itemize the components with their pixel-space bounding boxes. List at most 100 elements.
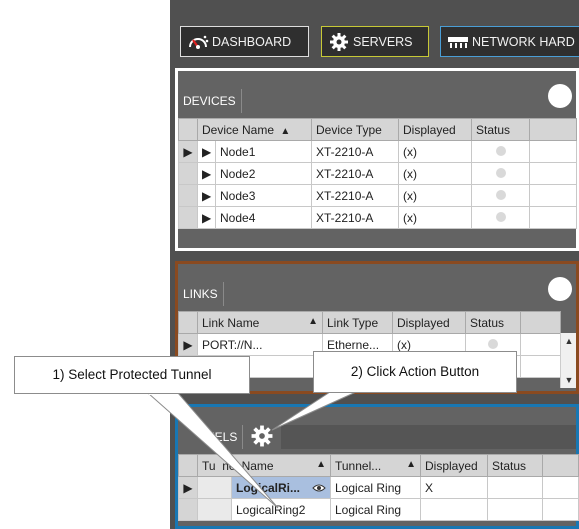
filler-cell	[529, 184, 577, 207]
status-dot-icon	[495, 211, 506, 222]
filler-cell	[529, 140, 577, 163]
filler-cell	[542, 476, 579, 499]
table-row[interactable]: ▶ Node2 XT-2210-A (x)	[178, 162, 577, 185]
sort-ascending-icon: ▲	[308, 315, 318, 327]
status-cell[interactable]	[487, 476, 543, 499]
tunnels-header-fill	[281, 425, 576, 449]
row-gutter	[178, 206, 198, 229]
current-row-indicator-icon: ▶	[178, 333, 198, 356]
row-gutter	[178, 162, 198, 185]
status-dot-icon	[495, 189, 506, 200]
expand-row-icon[interactable]: ▶	[197, 184, 216, 207]
table-row[interactable]: ▶ Node3 XT-2210-A (x)	[178, 184, 577, 207]
displayed-cell[interactable]: (x)	[398, 162, 472, 185]
displayed-cell[interactable]	[420, 498, 488, 521]
column-header-displayed[interactable]: Displayed	[420, 454, 488, 477]
filler-cell	[520, 333, 561, 356]
callout-click-action-button: 2) Click Action Button	[313, 351, 517, 393]
device-type-cell[interactable]: XT-2210-A	[311, 162, 399, 185]
sort-ascending-icon: ▲	[280, 125, 291, 137]
status-dot-icon	[495, 145, 506, 156]
column-label: Link Name	[202, 315, 260, 330]
table-row[interactable]: ▶ Node4 XT-2210-A (x)	[178, 206, 577, 229]
dashboard-label: DASHBOARD	[212, 34, 292, 49]
tunnels-grid: Tu nel Name ▲ Tunnel... ▲ Displayed Stat…	[178, 454, 579, 521]
status-cell[interactable]	[471, 206, 530, 229]
tunnels-panel: NELS Tu nel Name ▲ Tunnel... ▲ Displayed…	[175, 404, 579, 529]
sort-ascending-icon: ▲	[316, 458, 326, 470]
expand-row-icon[interactable]: ▶	[197, 162, 216, 185]
devices-panel: DEVICES Device Name ▲ Device Type Displa…	[175, 68, 579, 251]
dashboard-button[interactable]: DASHBOARD	[180, 26, 309, 57]
status-cell[interactable]	[471, 184, 530, 207]
status-dot-icon	[488, 338, 498, 349]
tunnels-panel-header: NELS	[178, 407, 576, 451]
links-vertical-scrollbar[interactable]: ▲ ▼	[560, 333, 576, 388]
device-name-cell[interactable]: Node2	[215, 162, 312, 185]
column-label: Tu nel Name	[202, 458, 274, 473]
links-header-row: Link Name ▲ Link Type Displayed Status	[178, 311, 561, 334]
status-cell[interactable]	[471, 140, 530, 163]
filler-cell	[529, 206, 577, 229]
links-panel-title: LINKS	[178, 282, 224, 306]
column-header-displayed[interactable]: Displayed	[392, 311, 466, 334]
scroll-down-icon[interactable]: ▼	[561, 375, 577, 385]
table-row[interactable]: LogicalRing2 Logical Ring	[178, 498, 579, 521]
network-hardware-button[interactable]: NETWORK HARD	[440, 26, 579, 57]
status-cell[interactable]	[471, 162, 530, 185]
device-type-cell[interactable]: XT-2210-A	[311, 206, 399, 229]
column-header-filler	[542, 454, 579, 477]
column-header-displayed[interactable]: Displayed	[398, 118, 472, 141]
device-type-cell[interactable]: XT-2210-A	[311, 140, 399, 163]
gear-icon	[328, 31, 350, 53]
displayed-cell[interactable]: X	[420, 476, 488, 499]
device-name-cell[interactable]: Node1	[215, 140, 312, 163]
expand-row-icon[interactable]: ▶	[197, 140, 216, 163]
sort-ascending-icon: ▲	[406, 458, 416, 470]
tunnel-name-cell[interactable]: LogicalRi...	[231, 476, 331, 499]
links-status-indicator[interactable]	[548, 277, 572, 301]
scroll-up-icon[interactable]: ▲	[561, 336, 577, 346]
device-type-cell[interactable]: XT-2210-A	[311, 184, 399, 207]
device-name-cell[interactable]: Node4	[215, 206, 312, 229]
column-header-link-type[interactable]: Link Type	[322, 311, 393, 334]
devices-panel-header: DEVICES	[178, 71, 576, 115]
tunnels-panel-title: NELS	[178, 425, 244, 449]
expand-row-icon[interactable]: ▶	[197, 206, 216, 229]
displayed-cell[interactable]: (x)	[398, 206, 472, 229]
tunnel-type-cell[interactable]: Logical Ring	[330, 476, 421, 499]
column-header-device-name[interactable]: Device Name ▲	[197, 118, 312, 141]
column-header-status[interactable]: Status	[487, 454, 543, 477]
devices-panel-title: DEVICES	[178, 89, 242, 113]
tunnel-indent-cell	[197, 498, 232, 521]
tunnel-type-cell[interactable]: Logical Ring	[330, 498, 421, 521]
action-gear-button[interactable]	[249, 423, 275, 449]
links-panel-header: LINKS	[178, 264, 576, 308]
link-name-cell[interactable]: PORT://N...	[197, 333, 323, 356]
main-toolbar: DASHBOARD SERVERS NETWORK HARD	[170, 22, 579, 62]
tunnels-header-row: Tu nel Name ▲ Tunnel... ▲ Displayed Stat…	[178, 454, 579, 477]
column-label: Device Name	[202, 122, 275, 137]
table-row[interactable]: ▶ ▶ Node1 XT-2210-A (x)	[178, 140, 577, 163]
column-header-link-name[interactable]: Link Name ▲	[197, 311, 323, 334]
column-header-status[interactable]: Status	[465, 311, 521, 334]
column-header-filler	[529, 118, 577, 141]
table-row-selected[interactable]: ▶ LogicalRi... Logical Ring X	[178, 476, 579, 499]
current-row-indicator-icon: ▶	[178, 140, 198, 163]
devices-grid: Device Name ▲ Device Type Displayed Stat…	[178, 118, 577, 229]
tunnel-name-cell[interactable]: LogicalRing2	[231, 498, 331, 521]
devices-header-row: Device Name ▲ Device Type Displayed Stat…	[178, 118, 577, 141]
column-header-status[interactable]: Status	[471, 118, 530, 141]
devices-status-indicator[interactable]	[548, 84, 572, 108]
column-header-tunnel-name[interactable]: Tu nel Name ▲	[197, 454, 331, 477]
eye-icon[interactable]	[312, 482, 326, 496]
network-hardware-label: NETWORK HARD	[472, 34, 575, 49]
column-header-tunnel-type[interactable]: Tunnel... ▲	[330, 454, 421, 477]
displayed-cell[interactable]: (x)	[398, 140, 472, 163]
device-name-cell[interactable]: Node3	[215, 184, 312, 207]
displayed-cell[interactable]: (x)	[398, 184, 472, 207]
status-cell[interactable]	[487, 498, 543, 521]
servers-button[interactable]: SERVERS	[321, 26, 429, 57]
column-header-device-type[interactable]: Device Type	[311, 118, 399, 141]
filler-cell	[529, 162, 577, 185]
